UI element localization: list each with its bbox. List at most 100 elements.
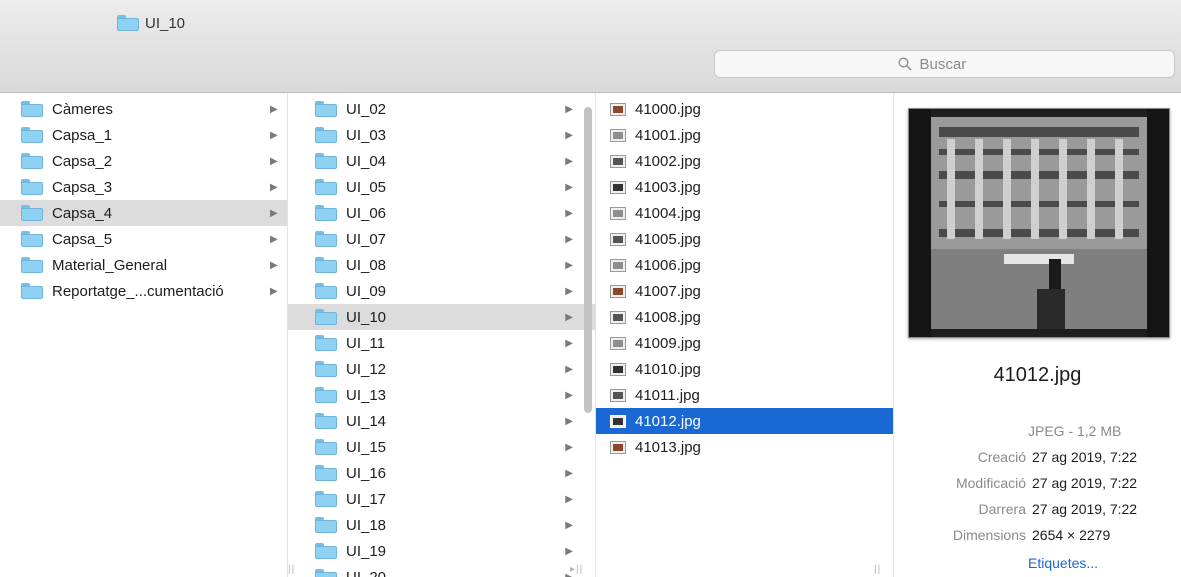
folder-item[interactable]: UI_13 ▶ [288, 382, 595, 408]
vertical-scrollbar[interactable] [584, 107, 592, 413]
folder-item[interactable]: Capsa_3 ▶ [0, 174, 287, 200]
meta-value: 27 ag 2019, 7:22 [1032, 501, 1138, 517]
folder-icon [315, 569, 337, 577]
folder-item[interactable]: UI_06 ▶ [288, 200, 595, 226]
file-item[interactable]: 41006.jpg [596, 252, 893, 278]
column-resize-handle[interactable]: ▸|| [570, 564, 583, 575]
folder-item[interactable]: Capsa_2 ▶ [0, 148, 287, 174]
preview-thumbnail[interactable] [908, 108, 1170, 338]
meta-row-created: Creació 27 ag 2019, 7:22 [894, 449, 1181, 471]
item-label: Càmeres [52, 100, 113, 118]
toolbar: UI_10 [0, 0, 1181, 93]
preview-filename: 41012.jpg [993, 364, 1082, 386]
item-label: UI_04 [346, 152, 387, 170]
file-kind: JPEG - 1,2 MB [1028, 423, 1122, 439]
folder-item[interactable]: Càmeres ▶ [0, 96, 287, 122]
tags-link[interactable]: Etiquetes... [1028, 555, 1098, 571]
folder-icon [315, 153, 337, 169]
item-label: 41000.jpg [635, 100, 701, 118]
item-label: UI_14 [346, 412, 387, 430]
file-item[interactable]: 41013.jpg [596, 434, 893, 460]
file-item[interactable]: 41000.jpg [596, 96, 893, 122]
folder-item[interactable]: Capsa_5 ▶ [0, 226, 287, 252]
folder-item[interactable]: Material_General ▶ [0, 252, 287, 278]
folder-item[interactable]: UI_20 ▶ [288, 564, 595, 577]
disclosure-arrow-icon: ▶ [565, 285, 573, 297]
item-label: 41004.jpg [635, 204, 701, 222]
folder-icon [315, 101, 337, 117]
image-file-icon [610, 232, 626, 246]
disclosure-arrow-icon: ▶ [270, 129, 278, 141]
column-resize-handle[interactable]: || [288, 564, 295, 575]
folder-item[interactable]: Capsa_4 ▶ [0, 200, 287, 226]
item-label: Capsa_4 [52, 204, 113, 222]
image-file-icon [610, 102, 626, 116]
folder-item[interactable]: UI_10 ▶ [288, 304, 595, 330]
search-input[interactable] [917, 54, 992, 74]
folder-item[interactable]: UI_16 ▶ [288, 460, 595, 486]
column-3[interactable]: 41000.jpg 41001.jpg 41002.jpg 41003.jpg 4100… [596, 93, 894, 577]
folder-icon [315, 283, 337, 299]
folder-icon [315, 335, 337, 351]
folder-item[interactable]: UI_02 ▶ [288, 96, 595, 122]
file-item[interactable]: 41009.jpg [596, 330, 893, 356]
folder-item[interactable]: UI_03 ▶ [288, 122, 595, 148]
meta-value: 27 ag 2019, 7:22 [1032, 475, 1138, 491]
file-item[interactable]: 41002.jpg [596, 148, 893, 174]
folder-item[interactable]: UI_19 ▶ [288, 538, 595, 564]
folder-item[interactable]: UI_14 ▶ [288, 408, 595, 434]
column-2[interactable]: UI_02 ▶ UI_03 ▶ UI_04 ▶ UI_05 ▶ UI_06 ▶ UI_07 ▶ UI_0… [288, 93, 596, 577]
disclosure-arrow-icon: ▶ [270, 181, 278, 193]
item-label: 41006.jpg [635, 256, 701, 274]
folder-item[interactable]: UI_04 ▶ [288, 148, 595, 174]
file-item[interactable]: 41012.jpg [596, 408, 893, 434]
file-item[interactable]: 41004.jpg [596, 200, 893, 226]
column-1[interactable]: Càmeres ▶ Capsa_1 ▶ Capsa_2 ▶ Capsa_3 ▶ Capsa_4 ▶… [0, 93, 288, 577]
folder-icon [21, 153, 43, 169]
folder-item[interactable]: UI_08 ▶ [288, 252, 595, 278]
disclosure-arrow-icon: ▶ [565, 337, 573, 349]
folder-item[interactable]: UI_18 ▶ [288, 512, 595, 538]
file-item[interactable]: 41003.jpg [596, 174, 893, 200]
disclosure-arrow-icon: ▶ [565, 519, 573, 531]
file-item[interactable]: 41001.jpg [596, 122, 893, 148]
disclosure-arrow-icon: ▶ [565, 259, 573, 271]
image-file-icon [610, 362, 626, 376]
magnifier-icon [898, 57, 911, 71]
folder-item[interactable]: UI_07 ▶ [288, 226, 595, 252]
folder-item[interactable]: UI_05 ▶ [288, 174, 595, 200]
file-item[interactable]: 41011.jpg [596, 382, 893, 408]
folder-item[interactable]: Reportatge_...cumentació ▶ [0, 278, 287, 304]
item-label: Capsa_1 [52, 126, 113, 144]
file-item[interactable]: 41007.jpg [596, 278, 893, 304]
item-label: UI_19 [346, 542, 387, 560]
meta-key: Darrera [978, 501, 1026, 517]
item-label: UI_09 [346, 282, 387, 300]
folder-icon [315, 361, 337, 377]
disclosure-arrow-icon: ▶ [270, 155, 278, 167]
folder-item[interactable]: UI_12 ▶ [288, 356, 595, 382]
folder-icon [21, 101, 43, 117]
folder-item[interactable]: UI_09 ▶ [288, 278, 595, 304]
folder-item[interactable]: UI_17 ▶ [288, 486, 595, 512]
disclosure-arrow-icon: ▶ [565, 415, 573, 427]
folder-icon [315, 309, 337, 325]
folder-item[interactable]: Capsa_1 ▶ [0, 122, 287, 148]
item-label: UI_08 [346, 256, 387, 274]
file-item[interactable]: 41010.jpg [596, 356, 893, 382]
search-field[interactable] [714, 50, 1175, 78]
folder-item[interactable]: UI_15 ▶ [288, 434, 595, 460]
column-resize-handle[interactable]: || [874, 564, 881, 575]
folder-icon [21, 179, 43, 195]
folder-icon [315, 179, 337, 195]
file-item[interactable]: 41005.jpg [596, 226, 893, 252]
item-label: UI_12 [346, 360, 387, 378]
item-label: Capsa_2 [52, 152, 113, 170]
disclosure-arrow-icon: ▶ [565, 233, 573, 245]
item-label: 41011.jpg [635, 386, 700, 404]
disclosure-arrow-icon: ▶ [270, 207, 278, 219]
item-label: UI_13 [346, 386, 387, 404]
folder-item[interactable]: UI_11 ▶ [288, 330, 595, 356]
file-item[interactable]: 41008.jpg [596, 304, 893, 330]
folder-icon [315, 543, 337, 559]
